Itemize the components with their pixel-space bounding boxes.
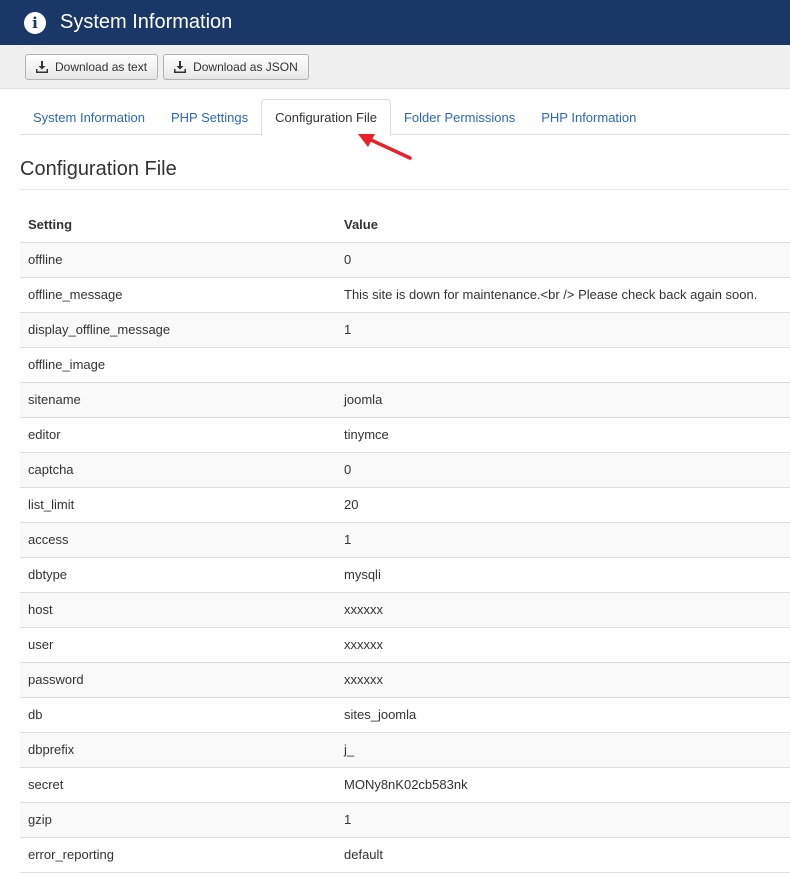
value-cell: xxxxxx	[336, 662, 790, 698]
table-header-row: Setting Value	[20, 207, 790, 243]
setting-cell: display_offline_message	[20, 312, 336, 348]
table-row: error_reporting default	[20, 837, 790, 873]
table-body: offline 0 offline_message This site is down…	[20, 242, 790, 873]
column-header-value: Value	[336, 207, 790, 243]
download-icon	[174, 60, 187, 73]
value-cell: 0	[336, 242, 790, 278]
setting-cell: sitename	[20, 382, 336, 418]
tab-system-information[interactable]: System Information	[20, 99, 158, 135]
info-icon: i	[24, 11, 46, 34]
setting-cell: list_limit	[20, 487, 336, 523]
setting-cell: gzip	[20, 802, 336, 838]
value-cell: 1	[336, 312, 790, 348]
table-row: gzip 1	[20, 802, 790, 838]
download-json-label: Download as JSON	[193, 59, 298, 74]
value-cell: 0	[336, 452, 790, 488]
value-cell: This site is down for maintenance.<br />…	[336, 277, 790, 313]
tab-php-information[interactable]: PHP Information	[528, 99, 649, 135]
table-row: user xxxxxx	[20, 627, 790, 663]
table-row: secret MONy8nK02cb583nk	[20, 767, 790, 803]
table-row: offline_message This site is down for mai…	[20, 277, 790, 313]
tab-php-settings[interactable]: PHP Settings	[158, 99, 261, 135]
value-cell: xxxxxx	[336, 627, 790, 663]
section-title: Configuration File	[20, 158, 790, 190]
setting-cell: editor	[20, 417, 336, 453]
setting-cell: user	[20, 627, 336, 663]
setting-cell: host	[20, 592, 336, 628]
setting-cell: secret	[20, 767, 336, 803]
table-row: offline 0	[20, 242, 790, 278]
value-cell: default	[336, 837, 790, 873]
table-row: host xxxxxx	[20, 592, 790, 628]
setting-cell: password	[20, 662, 336, 698]
value-cell: joomla	[336, 382, 790, 418]
table-row: db sites_joomla	[20, 697, 790, 733]
setting-cell: captcha	[20, 452, 336, 488]
page-title: System Information	[60, 11, 233, 33]
value-cell: 1	[336, 802, 790, 838]
setting-cell: dbprefix	[20, 732, 336, 768]
setting-cell: offline_image	[20, 347, 336, 383]
value-cell: 20	[336, 487, 790, 523]
table-row: captcha 0	[20, 452, 790, 488]
value-cell: tinymce	[336, 417, 790, 453]
table-row: sitename joomla	[20, 382, 790, 418]
table-row: editor tinymce	[20, 417, 790, 453]
setting-cell: offline_message	[20, 277, 336, 313]
setting-cell: db	[20, 697, 336, 733]
download-text-button[interactable]: Download as text	[25, 53, 159, 80]
toolbar: Download as text Download as JSON	[0, 45, 790, 89]
setting-cell: error_reporting	[20, 837, 336, 873]
table-row: offline_image	[20, 347, 790, 383]
download-text-label: Download as text	[55, 59, 148, 74]
page-header: i System Information	[0, 0, 790, 45]
table-row: dbprefix j_	[20, 732, 790, 768]
setting-cell: dbtype	[20, 557, 336, 593]
download-icon	[36, 60, 48, 73]
value-cell	[336, 347, 790, 383]
table-row: display_offline_message 1	[20, 312, 790, 348]
setting-cell: offline	[20, 242, 336, 278]
value-cell: xxxxxx	[336, 592, 790, 628]
table-row: list_limit 20	[20, 487, 790, 523]
value-cell: MONy8nK02cb583nk	[336, 767, 790, 803]
value-cell: j_	[336, 732, 790, 768]
table-row: password xxxxxx	[20, 662, 790, 698]
column-header-setting: Setting	[20, 207, 336, 243]
table-row: dbtype mysqli	[20, 557, 790, 593]
config-table: Setting Value offline 0 offline_message Thi…	[20, 207, 790, 873]
setting-cell: access	[20, 522, 336, 558]
value-cell: mysqli	[336, 557, 790, 593]
download-json-button[interactable]: Download as JSON	[163, 53, 309, 80]
table-row: access 1	[20, 522, 790, 558]
value-cell: 1	[336, 522, 790, 558]
value-cell: sites_joomla	[336, 697, 790, 733]
